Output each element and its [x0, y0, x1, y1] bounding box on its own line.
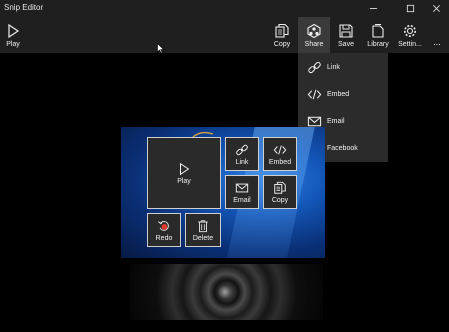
share-menu-label: Embed: [327, 91, 350, 98]
overlay-redo-label: Redo: [155, 234, 173, 242]
close-button[interactable]: [425, 0, 447, 17]
redo-icon: [158, 220, 169, 231]
share-icon: [307, 23, 321, 38]
save-icon: [339, 23, 353, 38]
overlay-email-label: Email: [233, 196, 251, 204]
embed-icon: [306, 87, 322, 103]
share-label: Share: [304, 40, 324, 48]
minimize-icon: [369, 8, 377, 9]
gear-icon: [404, 24, 416, 37]
overlay-link-label: Link: [235, 158, 249, 166]
overlay-play-button[interactable]: Play: [147, 137, 221, 209]
overlay-embed-button[interactable]: Embed: [263, 137, 297, 171]
share-menu-item-link[interactable]: Link: [298, 54, 388, 81]
copy-icon: [275, 23, 289, 38]
toolbar: Play Copy Share Save Library Settin... .…: [0, 17, 449, 53]
speaker-image: [130, 264, 323, 320]
overlay-link-button[interactable]: Link: [225, 137, 259, 171]
share-menu-label: Email: [327, 118, 345, 125]
email-icon: [235, 183, 249, 192]
more-button[interactable]: ...: [428, 17, 446, 53]
more-icon: ...: [433, 37, 441, 47]
library-icon: [372, 23, 384, 38]
library-label: Library: [367, 40, 389, 48]
copy-button[interactable]: Copy: [270, 17, 294, 53]
save-label: Save: [338, 40, 354, 48]
overlay-delete-label: Delete: [192, 234, 214, 242]
title-bar: Snip Editor: [0, 0, 449, 17]
close-icon: [432, 5, 440, 12]
play-icon: [8, 23, 20, 38]
settings-button[interactable]: Settin...: [396, 17, 424, 53]
mouse-cursor-icon: [157, 43, 165, 54]
overlay-play-label: Play: [177, 177, 191, 185]
overlay-email-button[interactable]: Email: [225, 175, 259, 209]
overlay-delete-button[interactable]: Delete: [185, 213, 221, 247]
settings-label: Settin...: [398, 40, 422, 48]
maximize-button[interactable]: [399, 0, 421, 17]
share-menu-label: Facebook: [327, 145, 358, 152]
play-button[interactable]: Play: [2, 17, 24, 53]
share-menu-label: Link: [327, 64, 340, 71]
library-button[interactable]: Library: [364, 17, 392, 53]
play-label: Play: [6, 40, 20, 48]
maximize-icon: [406, 4, 414, 13]
copy-icon: [274, 181, 286, 194]
save-button[interactable]: Save: [334, 17, 358, 53]
share-menu-item-embed[interactable]: Embed: [298, 81, 388, 108]
embed-icon: [273, 144, 287, 155]
overlay-copy-button[interactable]: Copy: [263, 175, 297, 209]
play-icon: [179, 162, 190, 175]
overlay-redo-button[interactable]: Redo: [147, 213, 181, 247]
minimize-button[interactable]: [362, 0, 384, 17]
share-button[interactable]: Share: [298, 17, 330, 53]
overlay-embed-label: Embed: [268, 158, 292, 166]
link-icon: [236, 144, 248, 155]
link-icon: [306, 60, 322, 76]
window-title: Snip Editor: [4, 3, 44, 12]
copy-label: Copy: [273, 40, 291, 48]
trash-icon: [198, 219, 208, 232]
overlay-copy-label: Copy: [271, 196, 289, 204]
